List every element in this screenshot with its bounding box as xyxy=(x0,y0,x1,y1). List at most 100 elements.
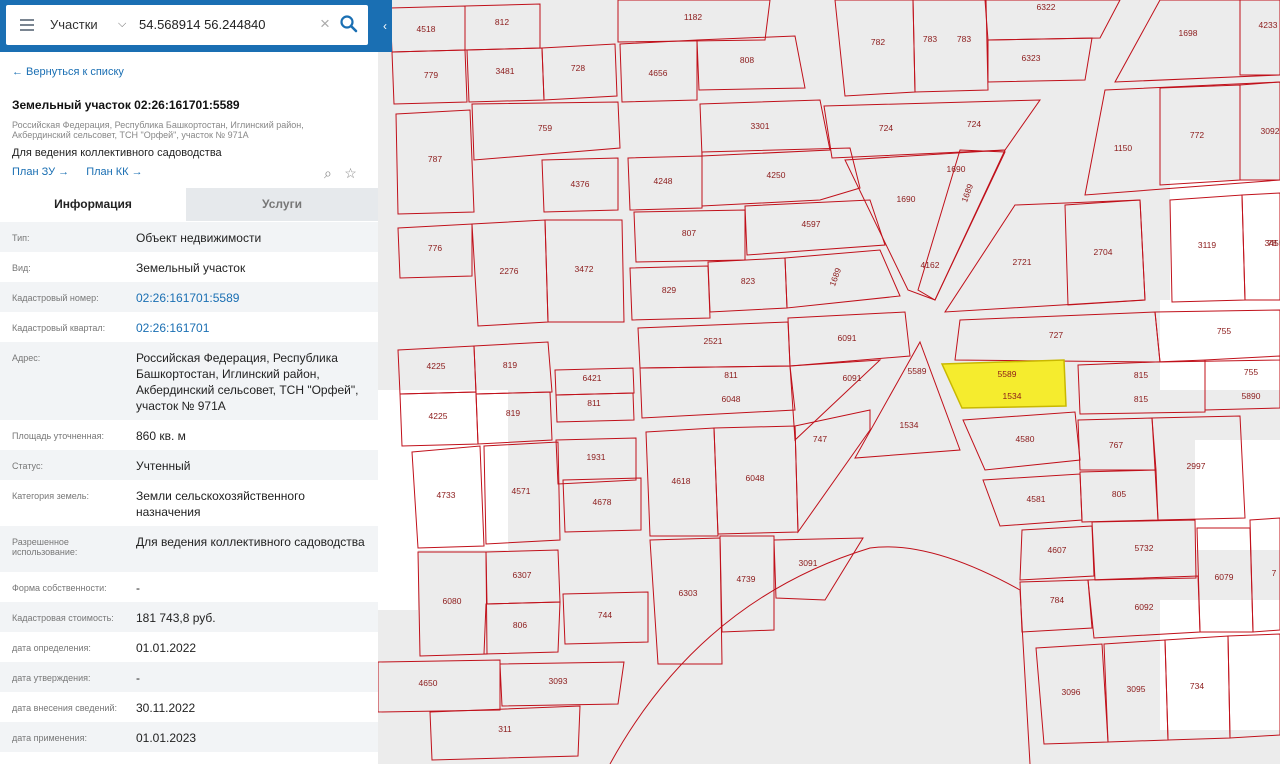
parcel-label: 812 xyxy=(495,17,509,27)
row-value: Земельный участок xyxy=(136,261,246,275)
parcel-label: 4518 xyxy=(417,24,436,34)
parcel-label: 787 xyxy=(428,154,442,164)
parcel-label: 4162 xyxy=(921,260,940,270)
row-label: Адрес: xyxy=(12,353,41,363)
row-value: 860 кв. м xyxy=(136,429,186,443)
parcel-label: 779 xyxy=(424,70,438,80)
row-value: 01.01.2023 xyxy=(136,731,197,745)
parcel-label: 808 xyxy=(740,55,754,65)
row-label: Кадастровый номер: xyxy=(12,293,99,303)
parcel-label: 806 xyxy=(513,620,527,630)
row-label: дата утверждения: xyxy=(12,673,91,683)
tab-info[interactable]: Информация xyxy=(0,188,186,221)
table-row: Площадь уточненная: 860 кв. м xyxy=(0,420,378,450)
row-value[interactable]: 02:26:161701 xyxy=(136,312,366,342)
parcel-label: 3092 xyxy=(1261,126,1280,136)
parcel-label: 783 xyxy=(923,34,937,44)
parcel-label: 6091 xyxy=(838,333,857,343)
collapse-panel-button[interactable]: ‹ xyxy=(378,0,392,52)
table-row: дата внесения сведений: 30.11.2022 xyxy=(0,692,378,722)
parcel-label: 5890 xyxy=(1242,391,1261,401)
page-title: Земельный участок 02:26:161701:5589 xyxy=(12,98,240,112)
parcel-label: 3095 xyxy=(1127,684,1146,694)
parcel-label: 3093 xyxy=(549,676,568,686)
parcel-label: 4597 xyxy=(802,219,821,229)
tabs: Информация Услуги xyxy=(0,188,378,221)
parcel-label: 4733 xyxy=(437,490,456,500)
parcel-label: 734 xyxy=(1190,681,1204,691)
parcel-label: 1534 xyxy=(900,420,919,430)
star-icon[interactable]: ☆ xyxy=(344,165,357,182)
row-label: дата применения: xyxy=(12,733,88,743)
table-row: Категория земель: Земли сельскохозяйствен… xyxy=(0,480,378,526)
parcel-label: 829 xyxy=(662,285,676,295)
table-row: дата определения: 01.01.2022 xyxy=(0,632,378,662)
plan-zu-link[interactable]: План ЗУ → xyxy=(12,166,69,178)
parcel-label: 4739 xyxy=(737,574,756,584)
table-row: Кадастровая стоимость: 181 743,8 руб. xyxy=(0,602,378,632)
purpose-text: Для ведения коллективного садоводства xyxy=(12,147,222,159)
parcel-label: 2997 xyxy=(1187,461,1206,471)
chevron-down-icon[interactable]: ⌵ xyxy=(118,18,126,31)
info-panel: Участки ⌵ 54.568914 56.244840 × ← Вернут… xyxy=(0,0,378,764)
row-label: Категория земель: xyxy=(12,491,89,501)
row-value: 01.01.2022 xyxy=(136,641,197,655)
parcel-label: 3091 xyxy=(799,558,818,568)
back-to-list-link[interactable]: ← Вернуться к списку xyxy=(12,66,124,78)
tab-services[interactable]: Услуги xyxy=(186,188,378,221)
row-label: Тип: xyxy=(12,233,30,243)
table-row: Тип: Объект недвижимости xyxy=(0,222,378,252)
row-label: Разрешенное использование: xyxy=(12,537,78,557)
search-bar: Участки ⌵ 54.568914 56.244840 × xyxy=(0,0,378,52)
parcel-label: 784 xyxy=(1050,595,1064,605)
parcel-label: 815 xyxy=(1134,394,1148,404)
parcel-label: 4678 xyxy=(593,497,612,507)
parcel-label: 3301 xyxy=(751,121,770,131)
parcel-label: 1690 xyxy=(897,194,916,204)
row-value: 30.11.2022 xyxy=(136,701,196,715)
parcel-label: 724 xyxy=(879,123,893,133)
parcel-label: 807 xyxy=(682,228,696,238)
parcel-label: 1182 xyxy=(684,12,703,22)
parcel-label: 3096 xyxy=(1062,687,1081,697)
parcel-label: 6048 xyxy=(722,394,741,404)
parcel-label: 4656 xyxy=(649,68,668,78)
row-value: - xyxy=(136,671,140,685)
parcel-label: 5732 xyxy=(1135,543,1154,553)
parcel-label: 724 xyxy=(967,119,981,129)
parcel-label: 4650 xyxy=(419,678,438,688)
parcel-label: 5589 xyxy=(908,366,927,376)
row-label: Статус: xyxy=(12,461,43,471)
parcel-label: 2721 xyxy=(1013,257,1032,267)
parcel-label: 4618 xyxy=(672,476,691,486)
row-label: Кадастровая стоимость: xyxy=(12,613,114,623)
parcel-label: 776 xyxy=(428,243,442,253)
search-input[interactable]: 54.568914 56.244840 xyxy=(139,17,266,32)
parcel-label: 4581 xyxy=(1027,494,1046,504)
parcel-label: 311 xyxy=(498,724,512,734)
action-icons: ⌕ ☆ xyxy=(324,165,365,183)
parcel-label: 4248 xyxy=(654,176,673,186)
plan-kk-link[interactable]: План КК → xyxy=(86,166,142,178)
parcel-label: 6307 xyxy=(513,570,532,580)
parcel-label: 1150 xyxy=(1114,143,1133,153)
table-row: Вид: Земельный участок xyxy=(0,252,378,282)
parcel-label: 4233 xyxy=(1259,20,1278,30)
layer-select[interactable]: Участки xyxy=(50,17,98,32)
parcel-label: 6079 xyxy=(1215,572,1234,582)
row-value: 181 743,8 руб. xyxy=(136,611,216,625)
row-value: Объект недвижимости xyxy=(136,231,262,245)
parcel-label: 4571 xyxy=(512,486,531,496)
zoom-to-parcel-icon[interactable]: ⌕ xyxy=(324,165,332,182)
row-label: дата определения: xyxy=(12,643,91,653)
row-value: Российская Федерация, Республика Башкорт… xyxy=(136,351,359,413)
search-icon[interactable] xyxy=(339,14,359,34)
parcel-label: 78 xyxy=(1267,238,1277,248)
parcel-label: 4250 xyxy=(767,170,786,180)
parcel-label: 6323 xyxy=(1022,53,1041,63)
row-value[interactable]: 02:26:161701:5589 xyxy=(136,282,366,312)
clear-icon[interactable]: × xyxy=(320,14,330,34)
parcel-label: 819 xyxy=(506,408,520,418)
menu-icon[interactable] xyxy=(20,19,34,31)
parcel-label: 6092 xyxy=(1135,602,1154,612)
